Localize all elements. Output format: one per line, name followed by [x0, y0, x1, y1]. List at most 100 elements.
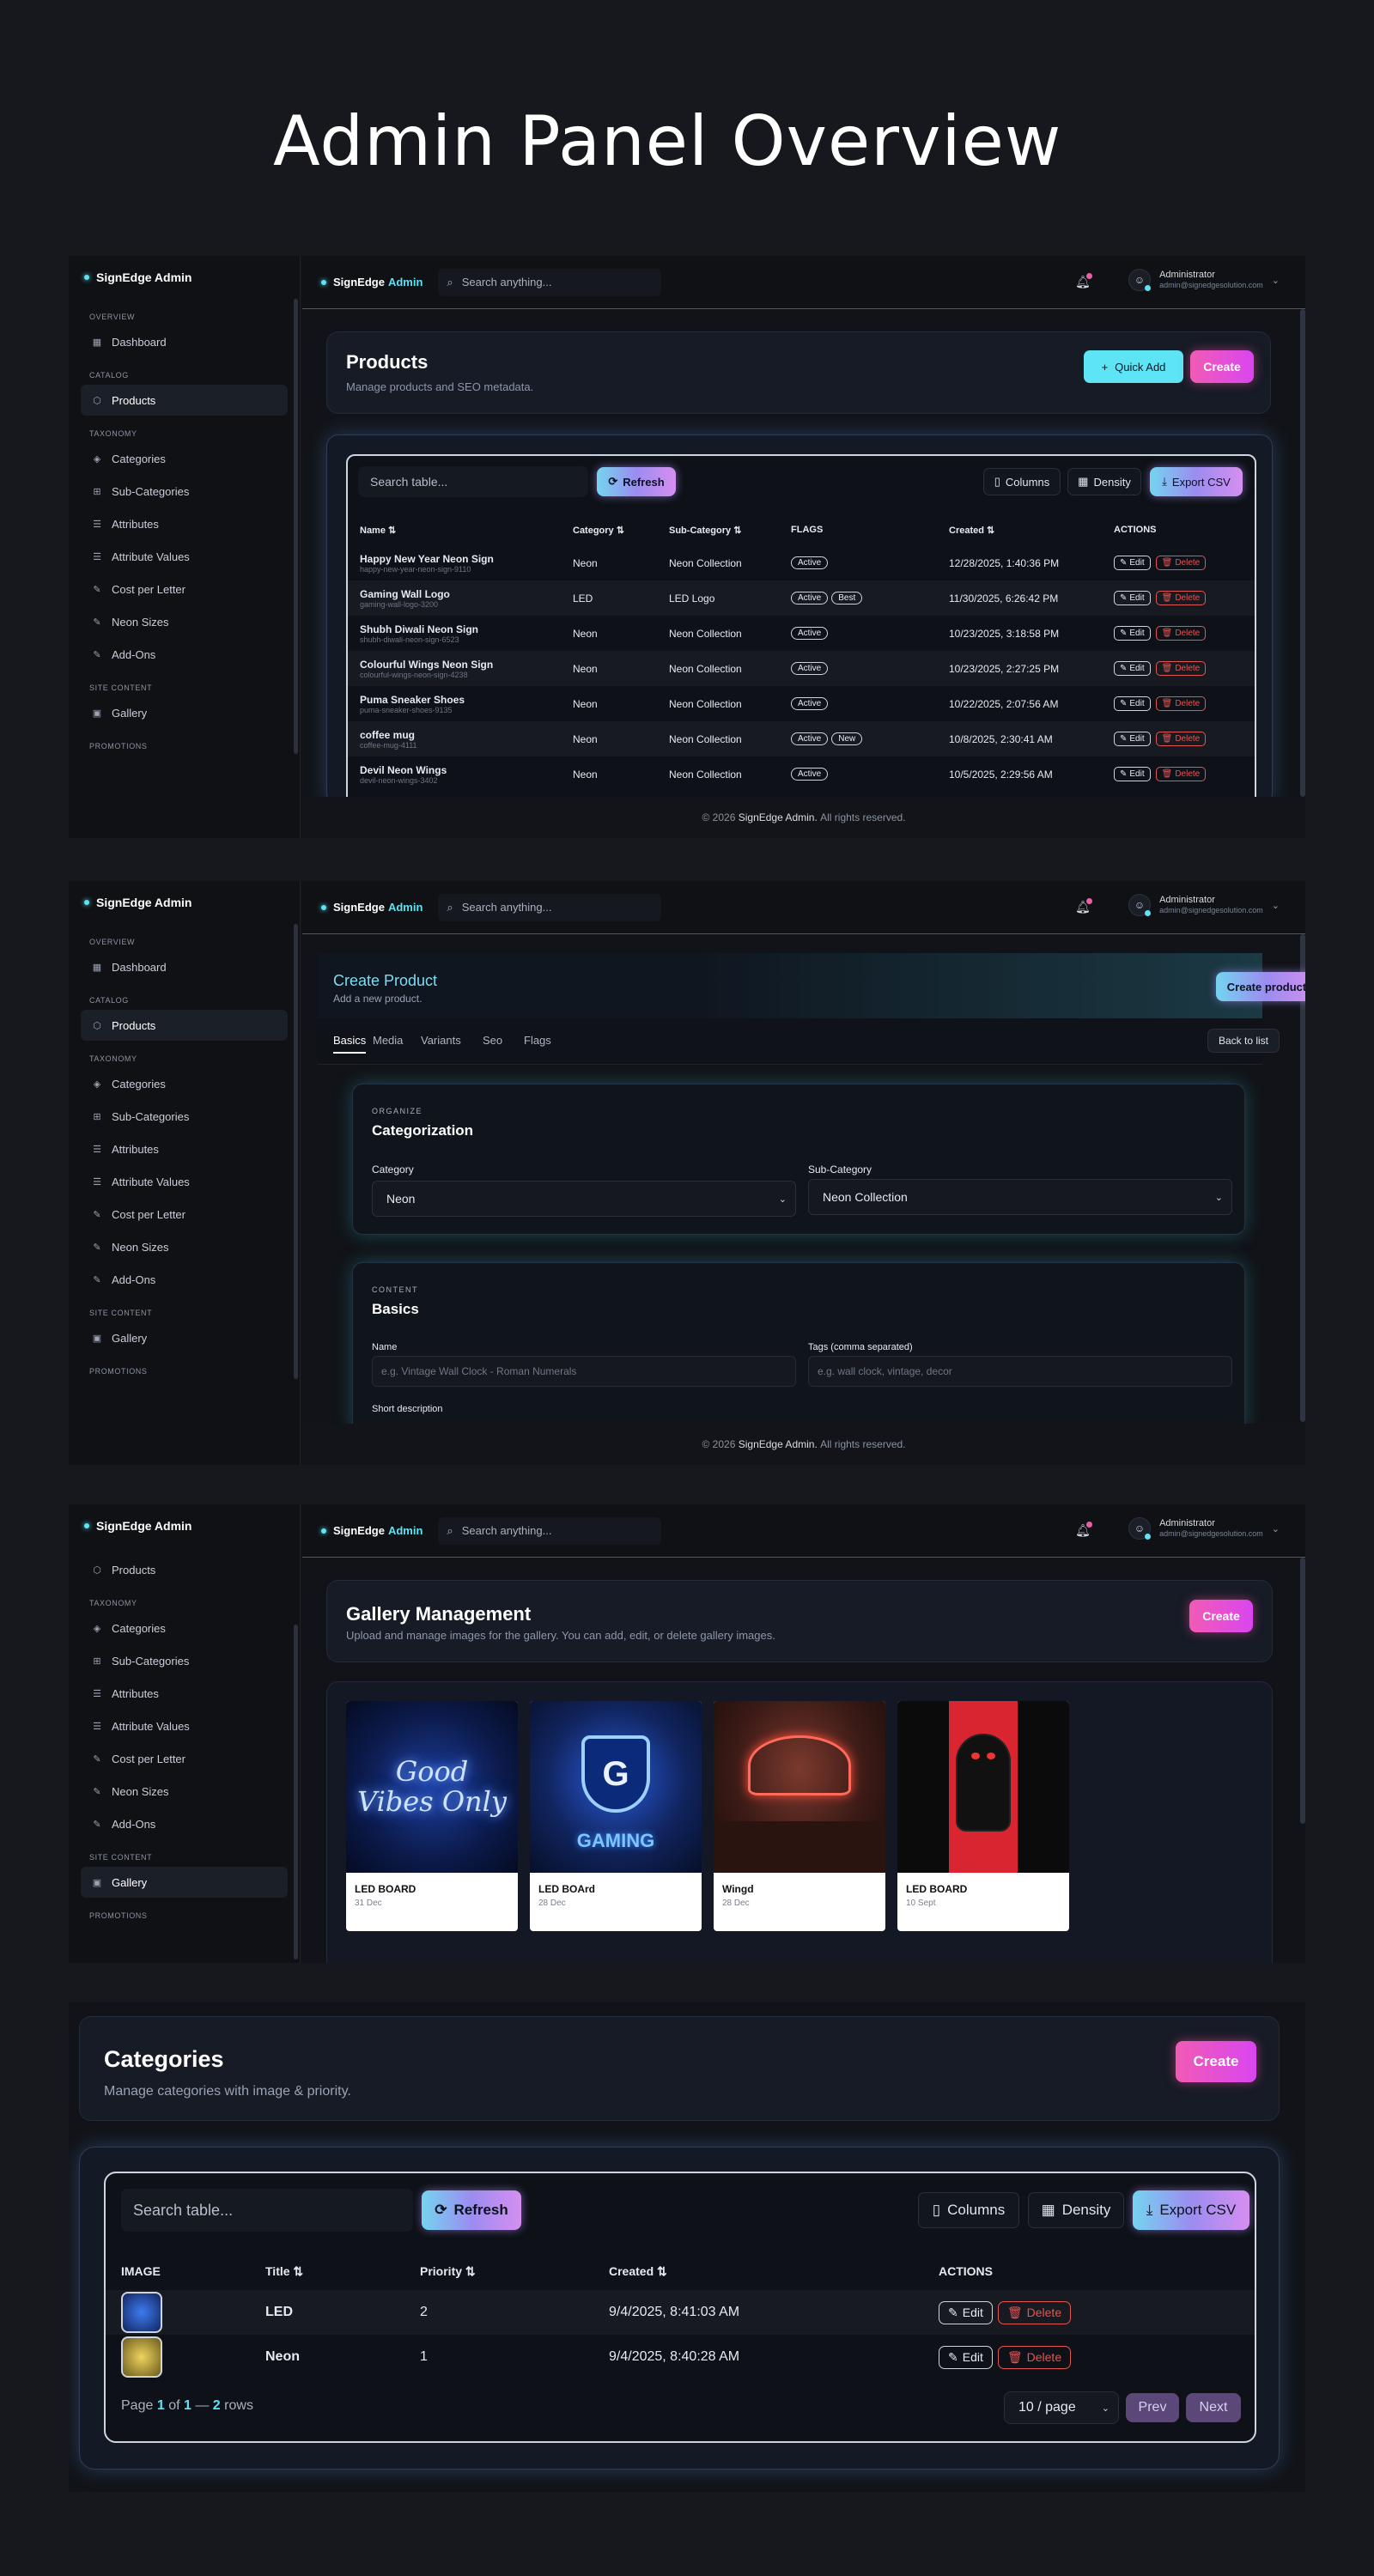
subcategory-select[interactable]: Neon Collection ⌄ [808, 1179, 1232, 1215]
col-priority[interactable]: Priority ⇅ [420, 2264, 476, 2279]
sidebar-item-categories[interactable]: ◈ Categories [81, 1068, 288, 1099]
name-input[interactable]: e.g. Vintage Wall Clock - Roman Numerals [372, 1356, 796, 1387]
delete-button[interactable]: 🗑︎ Delete [1155, 626, 1207, 641]
bell-icon[interactable]: 🔔︎ [1075, 1522, 1092, 1539]
sidebar-item-cost-per-letter[interactable]: ✎ Cost per Letter [81, 1199, 288, 1230]
gallery-create-button[interactable]: Create [1189, 1600, 1253, 1632]
sidebar-item-addons[interactable]: ✎ Add-Ons [81, 1264, 288, 1295]
edit-button[interactable]: ✎ Edit [939, 2300, 993, 2324]
gallery-card[interactable]: G GAMING LED BOArd 28 Dec [530, 1701, 702, 1931]
sidebar-item-cost-per-letter[interactable]: ✎ Cost per Letter [81, 574, 288, 605]
main-scrollbar[interactable] [1300, 1558, 1305, 1824]
categories-create-button[interactable]: Create [1176, 2041, 1256, 2082]
back-to-list-button[interactable]: Back to list [1207, 1029, 1280, 1053]
main-scrollbar[interactable] [1300, 934, 1305, 1422]
sidebar-logo[interactable]: SignEdge Admin [69, 1504, 300, 1547]
sidebar-logo[interactable]: SignEdge Admin [69, 881, 300, 924]
sidebar-item-attribute-values[interactable]: ☰ Attribute Values [81, 1166, 288, 1197]
sidebar-item-categories[interactable]: ◈ Categories [81, 443, 288, 474]
sidebar-item-neon-sizes[interactable]: ✎ Neon Sizes [81, 606, 288, 637]
quick-add-button[interactable]: + Quick Add [1084, 350, 1183, 383]
topbar-brand[interactable]: SignEdge Admin [321, 901, 423, 914]
sidebar-item-attributes[interactable]: ☰ Attributes [81, 508, 288, 539]
sidebar-item-subcategories[interactable]: ⊞ Sub-Categories [81, 476, 288, 507]
sidebar-item-dashboard[interactable]: ▦ Dashboard [81, 951, 288, 982]
export-csv-button[interactable]: ⤓ Export CSV [1150, 467, 1243, 496]
topbar-brand[interactable]: SignEdge Admin [321, 1524, 423, 1537]
edit-button[interactable]: ✎ Edit [1114, 626, 1151, 641]
tab-flags[interactable]: Flags [524, 1034, 551, 1047]
sidebar-scrollbar[interactable] [294, 924, 298, 1379]
sidebar-item-addons[interactable]: ✎ Add-Ons [81, 639, 288, 670]
create-product-button[interactable]: Create product [1216, 972, 1305, 1001]
sidebar-item-neon-sizes[interactable]: ✎ Neon Sizes [81, 1776, 288, 1807]
tab-variants[interactable]: Variants [421, 1034, 461, 1047]
sidebar-item-attribute-values[interactable]: ☰ Attribute Values [81, 1710, 288, 1741]
gallery-card[interactable]: LED BOARD 10 Sept [897, 1701, 1069, 1931]
topbar-brand[interactable]: SignEdge Admin [321, 276, 423, 289]
delete-button[interactable]: 🗑︎ Delete [997, 2345, 1072, 2369]
export-csv-button[interactable]: ⤓ Export CSV [1133, 2190, 1249, 2230]
density-button[interactable]: ▦ Density [1067, 468, 1141, 495]
sidebar-item-gallery[interactable]: ▣ Gallery [81, 697, 288, 728]
delete-button[interactable]: 🗑︎ Delete [1155, 732, 1207, 746]
sidebar-item-cost-per-letter[interactable]: ✎ Cost per Letter [81, 1743, 288, 1774]
edit-button[interactable]: ✎ Edit [1114, 661, 1151, 676]
edit-button[interactable]: ✎ Edit [1114, 732, 1151, 746]
sidebar-scrollbar[interactable] [294, 1625, 298, 1959]
page-size-select[interactable]: 10 / page ⌄ [1004, 2391, 1119, 2424]
columns-button[interactable]: ▯ Columns [918, 2192, 1019, 2228]
sidebar-item-attributes[interactable]: ☰ Attributes [81, 1678, 288, 1709]
global-search-input[interactable]: ⌕ Search anything... [438, 1516, 662, 1545]
table-search-input[interactable]: Search table... [358, 466, 588, 497]
bell-icon[interactable]: 🔔︎ [1075, 273, 1092, 290]
user-menu[interactable]: ☺ Administrator admin@signedgesolution.co… [1128, 269, 1280, 291]
sidebar-item-products[interactable]: ⬡ Products [81, 1554, 288, 1585]
col-title[interactable]: Title ⇅ [265, 2264, 303, 2279]
user-menu[interactable]: ☺ Administrator admin@signedgesolution.co… [1128, 894, 1280, 916]
edit-button[interactable]: ✎ Edit [939, 2345, 993, 2369]
col-created[interactable]: Created ⇅ [609, 2264, 667, 2279]
col-name[interactable]: Name ⇅ [360, 525, 396, 536]
main-scrollbar[interactable] [1300, 309, 1305, 797]
sidebar-item-subcategories[interactable]: ⊞ Sub-Categories [81, 1645, 288, 1676]
next-button[interactable]: Next [1186, 2393, 1241, 2422]
tab-basics[interactable]: Basics [333, 1034, 367, 1054]
delete-button[interactable]: 🗑︎ Delete [1155, 661, 1207, 676]
sidebar-item-attributes[interactable]: ☰ Attributes [81, 1133, 288, 1164]
col-subcategory[interactable]: Sub-Category ⇅ [669, 525, 741, 536]
sidebar-item-subcategories[interactable]: ⊞ Sub-Categories [81, 1101, 288, 1132]
col-category[interactable]: Category ⇅ [573, 525, 624, 536]
bell-icon[interactable]: 🔔︎ [1075, 898, 1092, 915]
gallery-card[interactable]: Good Vibes Only LED BOARD 31 Dec [346, 1701, 518, 1931]
columns-button[interactable]: ▯ Columns [983, 468, 1061, 495]
tags-input[interactable]: e.g. wall clock, vintage, decor [808, 1356, 1232, 1387]
global-search-input[interactable]: ⌕ Search anything... [438, 893, 662, 921]
edit-button[interactable]: ✎ Edit [1114, 591, 1151, 605]
sidebar-item-gallery[interactable]: ▣ Gallery [81, 1867, 288, 1898]
delete-button[interactable]: 🗑︎ Delete [1155, 591, 1207, 605]
sidebar-scrollbar[interactable] [294, 299, 298, 754]
sidebar-item-products[interactable]: ⬡ Products [81, 1010, 288, 1041]
gallery-card[interactable]: Wingd 28 Dec [714, 1701, 885, 1931]
density-button[interactable]: ▦ Density [1028, 2192, 1124, 2228]
sidebar-item-addons[interactable]: ✎ Add-Ons [81, 1808, 288, 1839]
user-menu[interactable]: ☺ Administrator admin@signedgesolution.co… [1128, 1517, 1280, 1540]
edit-button[interactable]: ✎ Edit [1114, 767, 1151, 781]
prev-button[interactable]: Prev [1126, 2393, 1179, 2422]
col-created[interactable]: Created ⇅ [949, 525, 994, 536]
category-select[interactable]: Neon ⌄ [372, 1181, 796, 1217]
sidebar-item-gallery[interactable]: ▣ Gallery [81, 1322, 288, 1353]
sidebar-item-attribute-values[interactable]: ☰ Attribute Values [81, 541, 288, 572]
table-search-input[interactable]: Search table... [121, 2189, 413, 2232]
sidebar-item-dashboard[interactable]: ▦ Dashboard [81, 326, 288, 357]
sidebar-item-categories[interactable]: ◈ Categories [81, 1613, 288, 1643]
delete-button[interactable]: 🗑︎ Delete [1155, 767, 1207, 781]
edit-button[interactable]: ✎ Edit [1114, 556, 1151, 570]
sidebar-item-neon-sizes[interactable]: ✎ Neon Sizes [81, 1231, 288, 1262]
refresh-button[interactable]: ⟳ Refresh [597, 467, 676, 496]
sidebar-item-products[interactable]: ⬡ Products [81, 385, 288, 416]
sidebar-logo[interactable]: SignEdge Admin [69, 256, 300, 299]
create-button[interactable]: Create [1190, 350, 1254, 383]
delete-button[interactable]: 🗑︎ Delete [997, 2300, 1072, 2324]
